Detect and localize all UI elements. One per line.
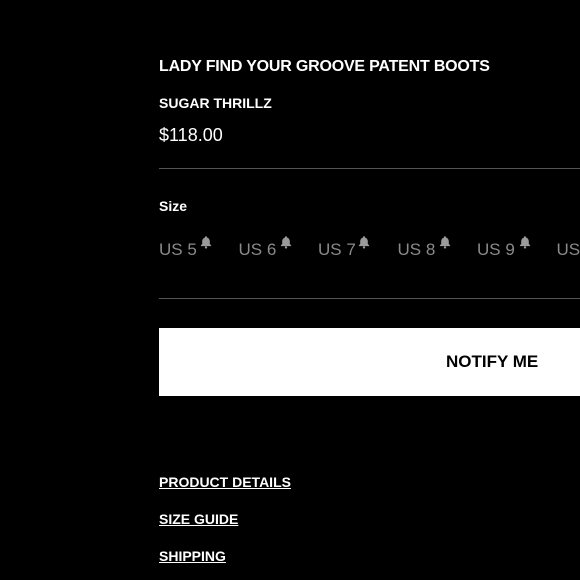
product-info-panel: LADY FIND YOUR GROOVE PATENT BOOTS SUGAR… <box>159 0 580 580</box>
size-option-label: US 7 <box>318 240 356 259</box>
size-option-us-6[interactable]: US 6 <box>239 236 319 264</box>
product-title: LADY FIND YOUR GROOVE PATENT BOOTS <box>159 58 490 75</box>
size-option-partial[interactable]: US <box>557 236 580 264</box>
size-option-us-7[interactable]: US 7 <box>318 236 398 264</box>
bell-icon <box>439 234 451 249</box>
product-brand[interactable]: SUGAR THRILLZ <box>159 95 272 111</box>
notify-me-label: NOTIFY ME <box>446 352 539 371</box>
size-label: Size <box>159 198 188 214</box>
notify-me-button[interactable]: NOTIFY ME <box>159 328 580 396</box>
size-option-label: US 5 <box>159 240 197 259</box>
size-guide-link[interactable]: SIZE GUIDE <box>159 511 238 527</box>
size-option-label: US 6 <box>238 240 277 259</box>
bell-icon <box>280 234 292 249</box>
size-option-label: US <box>556 240 580 259</box>
size-option-label: US 9 <box>477 240 515 259</box>
divider <box>159 298 580 299</box>
size-option-us-9[interactable]: US 9 <box>477 236 557 264</box>
size-option-us-8[interactable]: US 8 <box>398 236 478 264</box>
divider <box>159 168 580 169</box>
size-options: US 5 US 6 US 7 US 8 US 9 US <box>159 236 580 264</box>
bell-icon <box>519 234 531 249</box>
bell-icon <box>358 234 370 249</box>
size-option-us-5[interactable]: US 5 <box>159 236 239 264</box>
product-price: $118.00 <box>159 125 223 145</box>
shipping-link[interactable]: SHIPPING <box>159 548 226 564</box>
product-details-link[interactable]: PRODUCT DETAILS <box>159 474 291 490</box>
size-option-label: US 8 <box>397 240 436 259</box>
bell-icon <box>200 234 212 249</box>
